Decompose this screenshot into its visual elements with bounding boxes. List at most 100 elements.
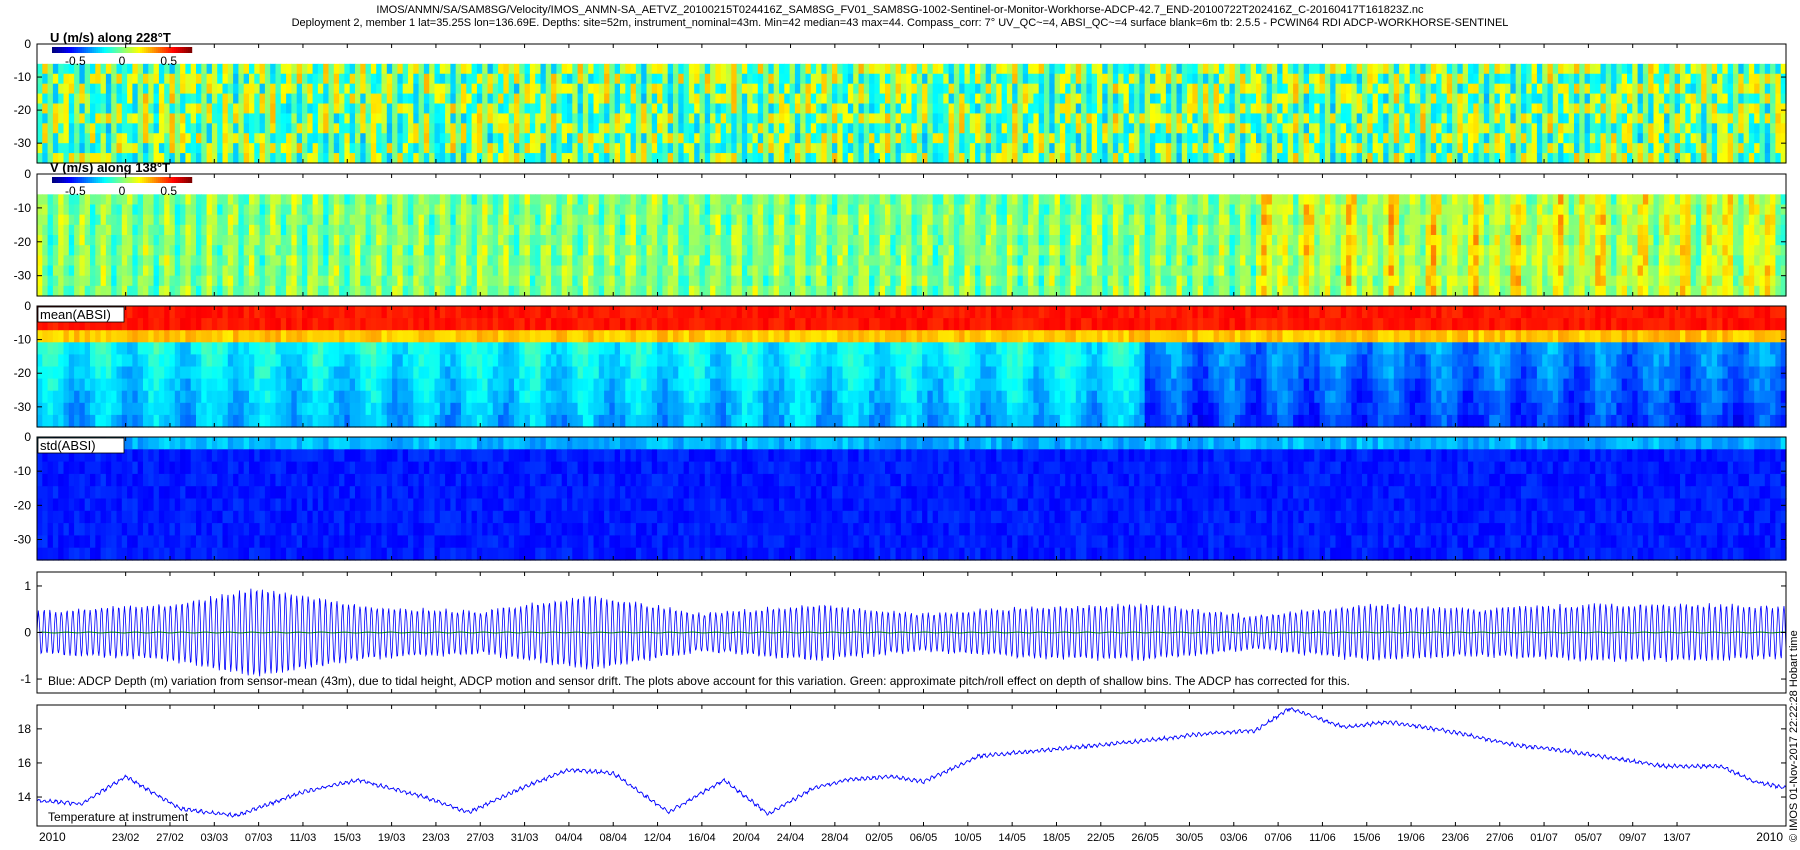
- heat-cell: [816, 204, 822, 216]
- heat-cell: [1171, 63, 1178, 75]
- heat-cell: [90, 224, 96, 236]
- heat-cell: [582, 265, 589, 277]
- heat-cell: [180, 285, 186, 297]
- heat-cell: [450, 224, 457, 236]
- heat-cell: [174, 235, 181, 246]
- heat-cell: [704, 103, 711, 115]
- heat-cell: [556, 235, 563, 246]
- heat-cell: [789, 73, 796, 85]
- heat-cell: [938, 123, 944, 134]
- heat-cell: [1208, 93, 1215, 105]
- heat-cell: [561, 285, 568, 297]
- heat-cell: [164, 285, 171, 297]
- heat-cell: [434, 113, 441, 124]
- heat-cell: [943, 133, 950, 144]
- heat-cell: [1012, 153, 1019, 164]
- heat-cell: [503, 93, 510, 105]
- heat-cell: [307, 143, 314, 154]
- heat-cell: [837, 265, 844, 277]
- heat-cell: [121, 93, 128, 105]
- heat-cell: [943, 153, 950, 164]
- heat-cell: [217, 275, 224, 287]
- heat-cell: [52, 73, 59, 85]
- heat-cell: [37, 275, 43, 287]
- heat-cell: [752, 245, 759, 256]
- heat-cell: [810, 103, 817, 115]
- heat-cell: [42, 214, 49, 226]
- heat-cell: [1213, 93, 1220, 105]
- heat-cell: [588, 275, 595, 287]
- heat-cell: [211, 265, 218, 277]
- heat-cell: [969, 113, 976, 124]
- heat-cell: [847, 235, 854, 246]
- heat-cell: [1420, 73, 1427, 85]
- heat-cell: [1399, 93, 1405, 105]
- heat-cell: [1118, 113, 1125, 124]
- heat-cell: [1775, 153, 1782, 164]
- heat-cell: [1446, 113, 1453, 124]
- heat-cell: [270, 194, 277, 206]
- heat-cell: [879, 93, 886, 105]
- heat-cell: [270, 143, 277, 154]
- heat-cell: [588, 265, 595, 277]
- heat-cell: [863, 235, 870, 246]
- heat-cell: [837, 235, 844, 246]
- heat-cell: [863, 194, 870, 206]
- heat-cell: [1240, 103, 1246, 115]
- heat-cell: [296, 143, 303, 154]
- heat-cell: [1335, 93, 1342, 105]
- heat-cell: [238, 204, 245, 216]
- heat-cell: [1515, 93, 1522, 105]
- heat-cell: [635, 143, 642, 154]
- heat-cell: [874, 194, 881, 206]
- heat-cell: [1711, 123, 1718, 134]
- heat-cell: [1340, 123, 1347, 134]
- heat-cell: [196, 265, 202, 277]
- heat-cell: [508, 285, 515, 297]
- heat-cell: [890, 133, 897, 144]
- heat-cell: [524, 214, 531, 226]
- heat-cell: [408, 123, 414, 134]
- heat-cell: [720, 275, 727, 287]
- heat-cell: [853, 63, 860, 75]
- heat-cell: [529, 93, 536, 105]
- heat-cell: [1261, 113, 1268, 124]
- heat-cell: [1526, 143, 1533, 154]
- heat-cell: [185, 285, 192, 297]
- heat-cell: [577, 194, 584, 206]
- heat-cell: [646, 63, 653, 75]
- heat-cell: [137, 265, 144, 277]
- heat-cell: [1287, 113, 1294, 124]
- heat-cell: [291, 285, 298, 297]
- heat-cell: [1616, 63, 1623, 75]
- heat-cell: [768, 63, 775, 75]
- heat-cell: [794, 83, 801, 95]
- heat-cell: [890, 275, 897, 287]
- heat-cell: [598, 275, 605, 287]
- heat-cell: [752, 224, 759, 236]
- heat-cell: [275, 204, 282, 216]
- heat-cell: [598, 143, 605, 154]
- heat-cell: [975, 103, 981, 115]
- heat-cell: [1462, 103, 1469, 115]
- heat-cell: [439, 285, 446, 297]
- heat-cell: [1213, 133, 1220, 144]
- heat-cell: [243, 265, 250, 277]
- heat-cell: [1600, 103, 1607, 115]
- heat-cell: [423, 275, 430, 287]
- heat-cell: [402, 63, 409, 75]
- heat-cell: [1669, 103, 1676, 115]
- heat-cell: [858, 204, 865, 216]
- heat-cell: [747, 113, 754, 124]
- heat-cell: [842, 153, 849, 164]
- heat-cell: [1128, 103, 1135, 115]
- heat-cell: [646, 194, 653, 206]
- heat-cell: [1738, 73, 1745, 85]
- heat-cell: [1197, 153, 1204, 164]
- heat-cell: [243, 113, 250, 124]
- heat-cell: [1653, 73, 1660, 85]
- heat-cell: [429, 285, 436, 297]
- heat-cell: [620, 204, 626, 216]
- heat-cell: [704, 113, 711, 124]
- heat-cell: [885, 83, 891, 95]
